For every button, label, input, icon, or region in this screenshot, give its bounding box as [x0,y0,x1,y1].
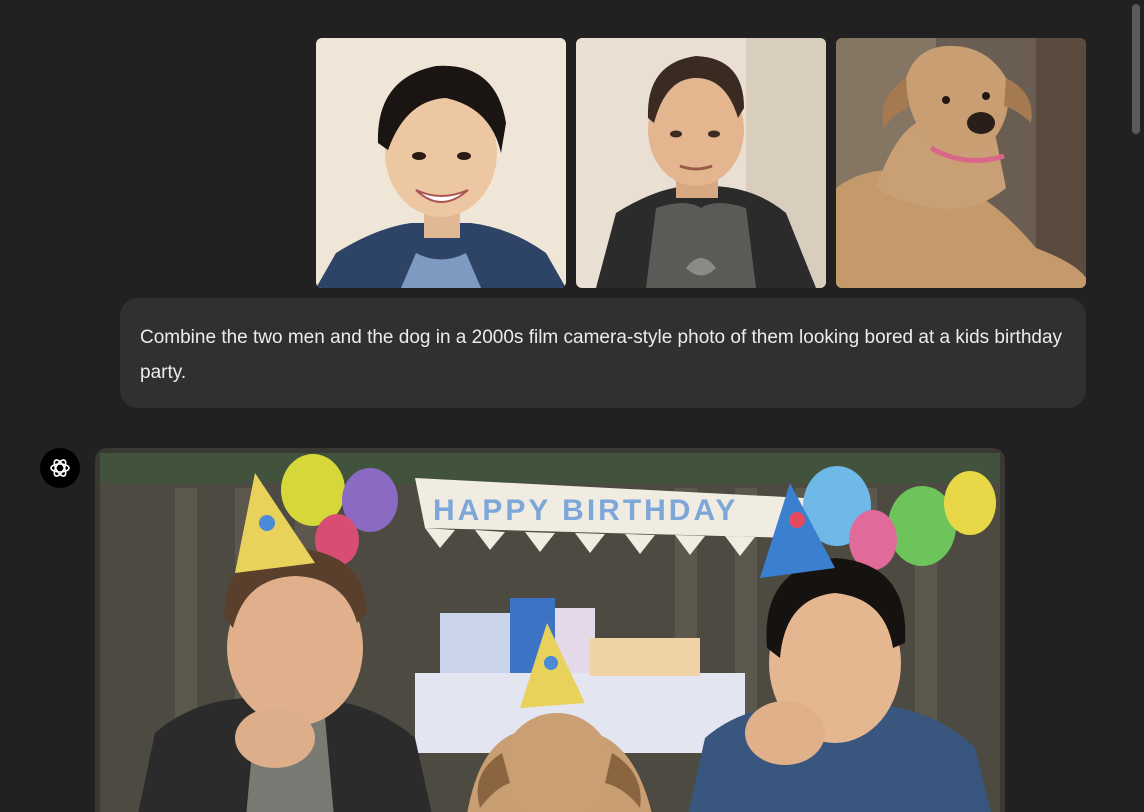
user-message-bubble: Combine the two men and the dog in a 200… [120,298,1086,408]
birthday-party-photo: HAPPY BIRTHDAY [95,448,1005,812]
banner-text: HAPPY BIRTHDAY [433,494,738,527]
scrollbar-track[interactable] [1128,0,1144,812]
chat-area: Combine the two men and the dog in a 200… [0,0,1128,812]
man-smiling-photo [316,38,566,288]
attachment-thumbnail-dog[interactable] [836,38,1086,288]
dog-photo [836,38,1086,288]
scrollbar-thumb[interactable] [1132,4,1140,134]
attachment-thumbnail-man-1[interactable] [316,38,566,288]
openai-logo-icon [50,459,70,477]
user-message-text: Combine the two men and the dog in a 200… [140,327,1063,383]
generated-image[interactable]: HAPPY BIRTHDAY [95,448,1005,812]
attachment-thumbnail-man-2[interactable] [576,38,826,288]
man-raglan-shirt-photo [576,38,826,288]
user-attachments [316,38,1086,288]
assistant-avatar [40,448,80,488]
